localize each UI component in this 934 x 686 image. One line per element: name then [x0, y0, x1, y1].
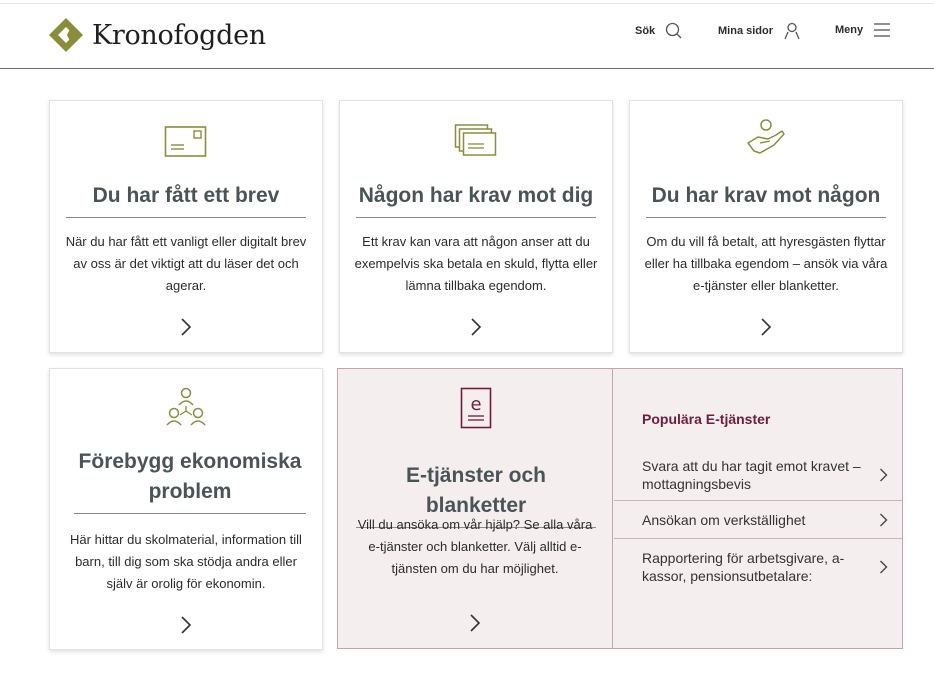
popular-link-enforcement[interactable]: Ansökan om verkställighet — [614, 501, 902, 539]
people-network-icon — [166, 387, 206, 426]
card-prevent-economic-problems[interactable]: Förebygg ekonomiska problem Här hittar d… — [49, 368, 323, 650]
eservices-card[interactable]: e E-tjänster och blanketter Vill du ansö… — [338, 369, 613, 648]
svg-text:e: e — [470, 394, 481, 415]
menu-label: Meny — [835, 24, 864, 36]
eservices-panel: e E-tjänster och blanketter Vill du ansö… — [337, 368, 903, 649]
popular-link-receipt[interactable]: Svara att du har tagit emot kravet – mot… — [614, 449, 902, 501]
chevron-right-icon — [471, 318, 482, 336]
popular-eservices-title: Populära E-tjänster — [642, 411, 771, 427]
chevron-right-icon — [880, 468, 888, 481]
kronofogden-logo-icon — [49, 18, 83, 52]
popular-link-label: Rapportering för arbetsgivare, a-kassor,… — [642, 550, 845, 584]
logo-text: Kronofogden — [92, 19, 266, 51]
stacked-letters-icon — [454, 124, 497, 156]
card-text: När du har fått ett vanligt eller digita… — [65, 234, 307, 293]
card-title: Du har krav mot någon — [646, 181, 886, 218]
card-text: Om du vill få betalt, att hyresgästen fl… — [644, 234, 888, 293]
my-pages-label: Mina sidor — [718, 25, 774, 37]
hamburger-icon — [874, 23, 891, 37]
chevron-right-icon — [880, 560, 888, 574]
chevron-right-icon — [880, 513, 888, 526]
popular-link-reporting[interactable]: Rapportering för arbetsgivare, a-kassor,… — [614, 539, 902, 595]
envelope-icon — [164, 126, 207, 157]
site-header: Kronofogden Sök Mina sidor Meny — [0, 4, 934, 69]
card-title: Du har fått ett brev — [66, 181, 306, 218]
chevron-right-icon — [470, 614, 481, 632]
search-label: Sök — [635, 25, 656, 37]
my-pages-button[interactable]: Mina sidor — [718, 22, 801, 40]
popular-eservices: Populära E-tjänster Svara att du har tag… — [614, 369, 902, 648]
e-document-icon: e — [460, 387, 492, 429]
chevron-right-icon — [181, 318, 192, 336]
eservices-text: Vill du ansöka om vår hjälp? Se alla vår… — [357, 517, 593, 576]
hand-giving-icon — [747, 119, 785, 154]
card-received-letter[interactable]: Du har fått ett brev När du har fått ett… — [49, 100, 323, 353]
popular-link-label: Ansökan om verkställighet — [642, 511, 806, 528]
logo-link[interactable]: Kronofogden — [49, 18, 266, 52]
user-icon — [784, 22, 800, 40]
popular-link-label: Svara att du har tagit emot kravet – mot… — [642, 457, 861, 492]
menu-button[interactable]: Meny — [835, 22, 891, 38]
card-title: Förebygg ekonomiska problem — [74, 447, 306, 514]
card-title: Någon har krav mot dig — [356, 181, 596, 218]
card-claim-against-you[interactable]: Någon har krav mot dig Ett krav kan vara… — [339, 100, 613, 353]
search-button[interactable]: Sök — [635, 22, 683, 40]
chevron-right-icon — [761, 318, 772, 336]
card-text: Ett krav kan vara att någon anser att du… — [354, 234, 598, 293]
card-text: Här hittar du skolmaterial, information … — [70, 532, 302, 591]
card-claim-against-someone[interactable]: Du har krav mot någon Om du vill få beta… — [629, 100, 903, 353]
chevron-right-icon — [181, 616, 192, 634]
search-icon — [666, 22, 682, 39]
